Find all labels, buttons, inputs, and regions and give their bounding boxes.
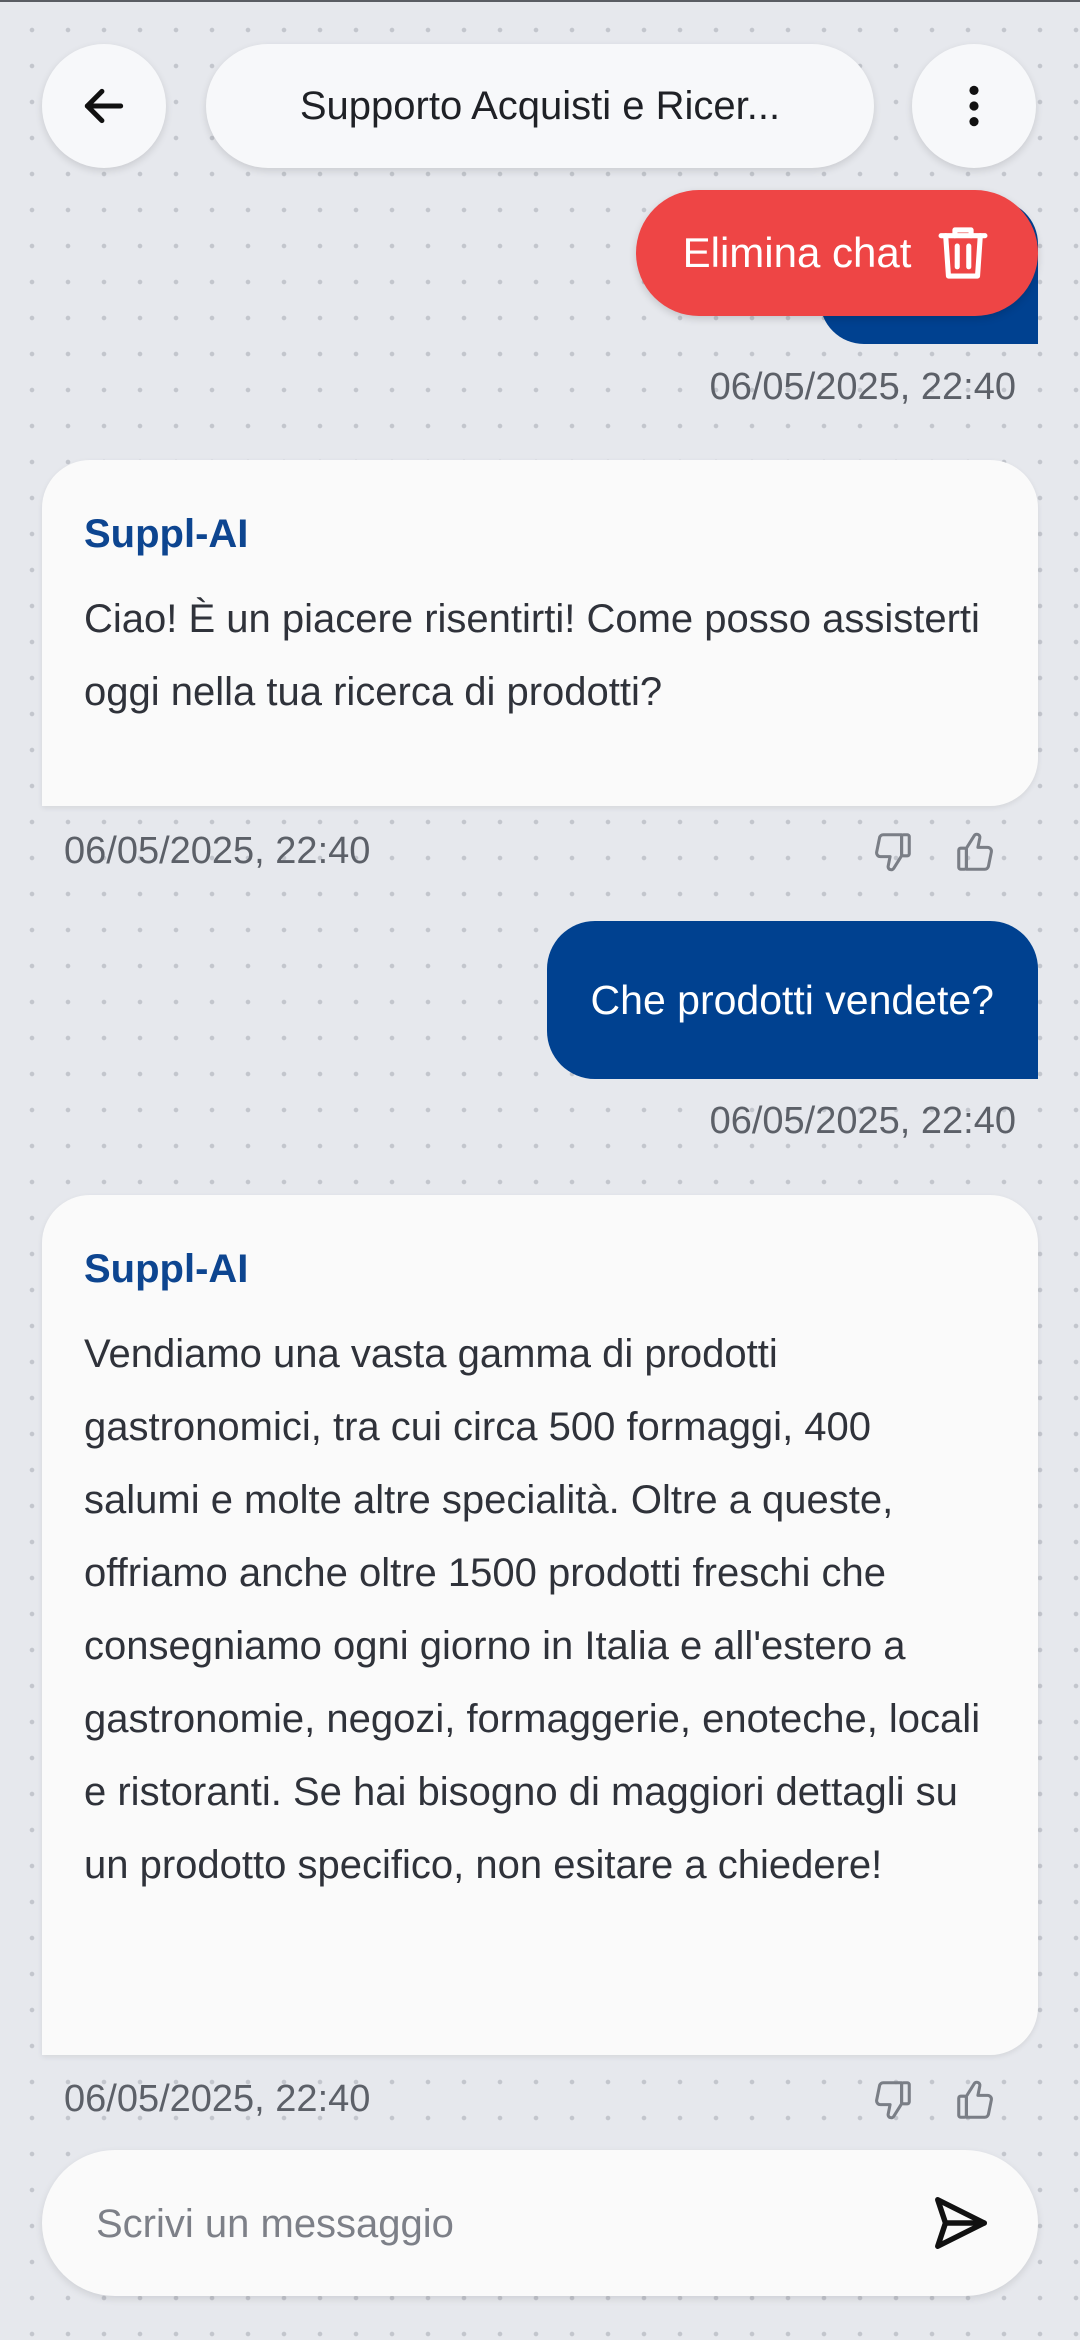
chat-title: Supporto Acquisti e Ricer...	[299, 83, 781, 128]
status-line	[0, 0, 1080, 2]
more-options-button[interactable]	[912, 44, 1036, 168]
like-button[interactable]	[950, 826, 1002, 878]
dislike-button[interactable]	[866, 826, 918, 878]
message-timestamp: 06/05/2025, 22:40	[64, 830, 371, 872]
thumbs-up-icon	[957, 832, 993, 871]
send-icon	[935, 2197, 987, 2249]
bot-sender-name: Suppl-AI	[84, 512, 249, 556]
user-message-text: Che prodotti vendete?	[590, 976, 994, 1023]
arrow-left-icon	[84, 88, 124, 124]
bot-message-text: Vendiamo una vasta gamma di prodotti gas…	[84, 1332, 981, 1887]
thumbs-down-icon	[875, 2081, 911, 2120]
user-message-bubble: Che prodotti vendete?	[546, 921, 1038, 1079]
thumbs-down-icon	[875, 833, 911, 872]
delete-chat-label: Elimina chat	[682, 229, 912, 276]
back-button[interactable]	[42, 44, 166, 168]
delete-chat-button[interactable]: Elimina chat	[636, 190, 1038, 316]
thumbs-up-icon	[957, 2080, 993, 2119]
message-composer	[42, 2150, 1038, 2298]
chat-title-pill[interactable]: Supporto Acquisti e Ricer...	[206, 44, 874, 168]
trash-icon	[938, 227, 988, 279]
message-timestamp: 06/05/2025, 22:40	[709, 366, 1016, 408]
bot-message-bubble: Suppl-AI Ciao! È un piacere risentirti! …	[42, 460, 1038, 806]
like-button[interactable]	[950, 2074, 1002, 2126]
bot-sender-name: Suppl-AI	[84, 1247, 249, 1291]
message-input[interactable]	[94, 2150, 898, 2298]
more-vertical-icon	[969, 85, 979, 127]
bot-message-text: Ciao! È un piacere risentirti! Come poss…	[84, 597, 980, 714]
message-timestamp: 06/05/2025, 22:40	[64, 2078, 371, 2120]
dislike-button[interactable]	[866, 2074, 918, 2126]
bot-message-bubble: Suppl-AI Vendiamo una vasta gamma di pro…	[42, 1195, 1038, 2055]
message-timestamp: 06/05/2025, 22:40	[709, 1100, 1016, 1142]
send-button[interactable]	[926, 2188, 996, 2258]
